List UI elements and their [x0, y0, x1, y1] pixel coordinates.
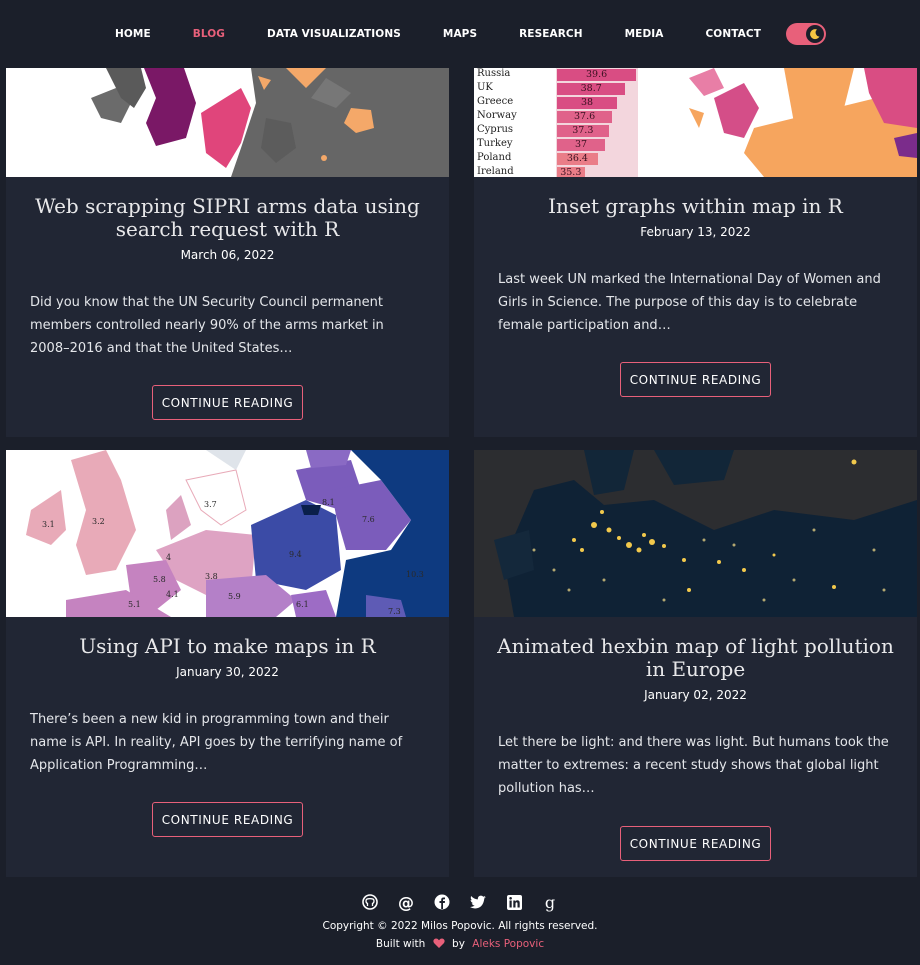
- continue-reading-button[interactable]: CONTINUE READING: [152, 385, 303, 420]
- thumb-map-label: 5.1: [128, 600, 141, 609]
- thumb-map-label: 6.1: [296, 600, 309, 609]
- thumb-bar-country: Ireland: [477, 166, 514, 177]
- facebook-icon[interactable]: [433, 893, 451, 911]
- thumb-bar-value: 38.7: [580, 83, 602, 94]
- post-card: Russia 39.6 UK 38.7 Greece 38 Norway 37.6 Cyprus…: [474, 68, 917, 437]
- linkedin-icon[interactable]: [505, 893, 523, 911]
- thumb-bar-country: Cyprus: [477, 124, 514, 135]
- continue-reading-button[interactable]: CONTINUE READING: [620, 826, 771, 861]
- thumbnail-bar-chart: Russia 39.6 UK 38.7 Greece 38 Norway 37.6 Cyprus…: [474, 68, 684, 177]
- thumb-bar-country: Turkey: [477, 138, 513, 149]
- thumb-bar-country: Russia: [477, 68, 511, 79]
- at-icon[interactable]: @: [397, 893, 415, 912]
- thumb-map-label: 7.3: [388, 607, 401, 616]
- post-date: February 13, 2022: [640, 225, 751, 239]
- nav-home[interactable]: HOME: [115, 28, 151, 40]
- post-date: January 30, 2022: [176, 665, 279, 679]
- thumb-map-label: 9.4: [289, 550, 302, 559]
- thumb-bar-value: 37.3: [572, 125, 594, 136]
- by-text: by: [452, 938, 465, 950]
- top-navigation: HOME BLOG DATA VISUALIZATIONS MAPS RESEA…: [0, 0, 920, 68]
- thumb-bar-value: 35.3: [560, 167, 582, 177]
- post-excerpt: Did you know that the UN Security Counci…: [30, 295, 384, 356]
- post-title[interactable]: Using API to make maps in R: [6, 635, 449, 658]
- thumb-map-label: 5.8: [153, 575, 166, 584]
- post-thumbnail-map[interactable]: [6, 68, 449, 177]
- thumb-map-label: 3.1: [42, 520, 55, 529]
- thumb-map-label: 3.8: [205, 572, 218, 581]
- continue-reading-button[interactable]: CONTINUE READING: [152, 802, 303, 837]
- post-card: Web scrapping SIPRI arms data using sear…: [6, 68, 449, 437]
- github-icon[interactable]: [361, 893, 379, 911]
- twitter-icon[interactable]: [469, 893, 487, 911]
- copyright-text: Copyright © 2022 Milos Popovic. All righ…: [322, 920, 598, 932]
- thumb-map-label: 4.1: [166, 590, 179, 599]
- thumb-map-label: 3.7: [204, 500, 217, 509]
- built-with-text: Built with: [375, 938, 426, 950]
- post-title[interactable]: Animated hexbin map of light pollution i…: [474, 635, 917, 681]
- post-excerpt: There’s been a new kid in programming to…: [30, 712, 403, 773]
- thumb-map-label: 5.9: [228, 592, 241, 601]
- post-thumbnail-map[interactable]: Russia 39.6 UK 38.7 Greece 38 Norway 37.6 Cyprus…: [474, 68, 917, 177]
- post-date: January 02, 2022: [644, 688, 747, 702]
- thumb-bar-country: UK: [477, 82, 493, 93]
- social-links: @ g: [0, 893, 920, 912]
- post-date: March 06, 2022: [180, 248, 275, 262]
- post-card: 3.1 3.2 3.7 8.1 7.6 4 9.4 5.8 3.8 4.1 5.1 5.9 6.1 7.3…: [6, 450, 449, 877]
- thumb-map-label: 3.2: [92, 517, 105, 526]
- thumb-map-label: 7.6: [362, 515, 375, 524]
- nav-contact[interactable]: CONTACT: [706, 28, 761, 40]
- thumb-map-label: 10.3: [406, 570, 424, 579]
- nav-maps[interactable]: MAPS: [443, 28, 477, 40]
- continue-reading-button[interactable]: CONTINUE READING: [620, 362, 771, 397]
- nav-media[interactable]: MEDIA: [625, 28, 664, 40]
- post-thumbnail-map[interactable]: [474, 450, 917, 617]
- thumb-bar-value: 38: [580, 97, 594, 108]
- built-with-line: Built with by Aleks Popovic: [0, 938, 920, 951]
- thumb-bar-value: 36.4: [566, 153, 588, 164]
- thumbnail-map-labels: 3.1 3.2 3.7 8.1 7.6 4 9.4 5.8 3.8 4.1 5.1 5.9 6.1 7.3…: [6, 450, 449, 617]
- post-thumbnail-map[interactable]: 3.1 3.2 3.7 8.1 7.6 4 9.4 5.8 3.8 4.1 5.1 5.9 6.1 7.3…: [6, 450, 449, 617]
- thumb-map-label: 8.1: [322, 498, 335, 507]
- post-excerpt: Last week UN marked the International Da…: [498, 272, 881, 333]
- thumb-bar-value: 37.6: [574, 111, 596, 122]
- thumb-bar-country: Poland: [477, 152, 512, 163]
- post-excerpt: Let there be light: and there was light.…: [498, 735, 889, 796]
- author-link[interactable]: Aleks Popovic: [472, 938, 544, 950]
- nav-research[interactable]: RESEARCH: [519, 28, 583, 40]
- moon-icon: [805, 25, 824, 43]
- thumb-map-label: 4: [166, 553, 172, 562]
- google-scholar-icon[interactable]: g: [541, 893, 559, 912]
- nav-data-visualizations[interactable]: DATA VISUALIZATIONS: [267, 28, 401, 40]
- thumb-bar-value: 39.6: [586, 69, 608, 80]
- thumb-bar-country: Greece: [477, 96, 514, 107]
- heart-icon: [433, 938, 445, 951]
- post-title[interactable]: Inset graphs within map in R: [474, 195, 917, 218]
- nav-blog[interactable]: BLOG: [193, 28, 225, 40]
- post-card: Animated hexbin map of light pollution i…: [474, 450, 917, 877]
- post-title[interactable]: Web scrapping SIPRI arms data using sear…: [6, 195, 449, 241]
- thumb-bar-country: Norway: [477, 110, 517, 121]
- theme-toggle[interactable]: [785, 23, 826, 45]
- thumb-bar-value: 37: [574, 139, 588, 150]
